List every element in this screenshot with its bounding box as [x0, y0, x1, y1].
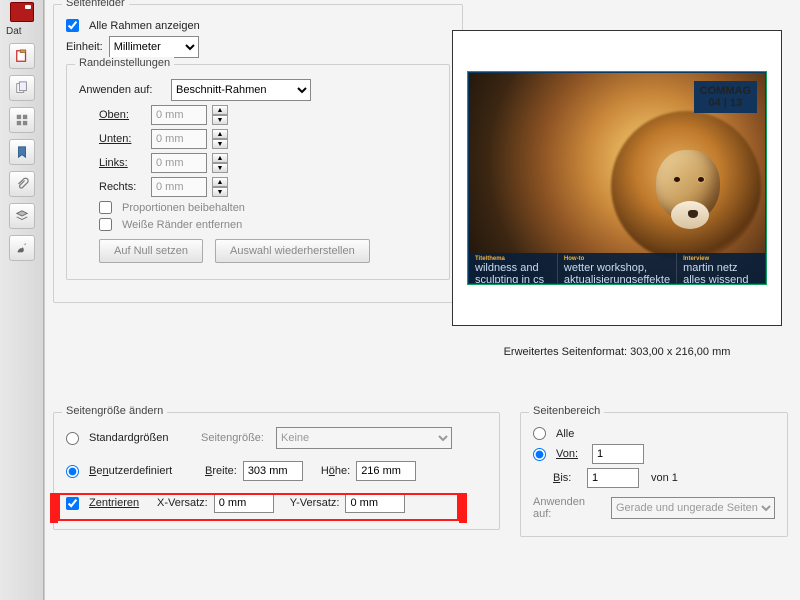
- page-range-title: Seitenbereich: [529, 405, 604, 417]
- custom-radio[interactable]: [66, 465, 79, 478]
- preview-frame: COMMAG04 | 13 Titelthemawildness and scu…: [452, 30, 782, 326]
- remove-white-checkbox[interactable]: [99, 218, 112, 231]
- margins-group: Randeinstellungen Anwenden auf: Beschnit…: [66, 64, 450, 280]
- unit-label: Einheit:: [66, 41, 103, 53]
- range-from-label: Von:: [556, 448, 586, 460]
- x-offset-label: X-Versatz:: [157, 497, 208, 509]
- remove-white-label: Weiße Ränder entfernen: [122, 219, 242, 231]
- reset-button[interactable]: Auf Null setzen: [99, 239, 203, 263]
- margins-title: Randeinstellungen: [75, 57, 174, 69]
- dialog-body: Seitenfelder Alle Rahmen anzeigen Einhei…: [44, 0, 800, 600]
- range-to-label: Bis:: [553, 472, 581, 484]
- margin-right-label: Rechts:: [99, 181, 145, 193]
- tool-pdf-icon[interactable]: [9, 43, 35, 69]
- tool-sign-icon[interactable]: [9, 235, 35, 261]
- margin-left-label: Links:: [99, 157, 145, 169]
- preview-logo: COMMAG04 | 13: [694, 81, 757, 113]
- margin-left-input[interactable]: [151, 153, 207, 173]
- range-apply-select[interactable]: Gerade und ungerade Seiten: [611, 497, 775, 519]
- range-from-radio[interactable]: [533, 448, 546, 461]
- seitenfelder-title: Seitenfelder: [62, 0, 129, 9]
- range-of-label: von 1: [651, 472, 678, 484]
- range-all-label: Alle: [556, 428, 574, 440]
- spin-up[interactable]: ▲: [212, 105, 228, 115]
- preset-radio[interactable]: [66, 432, 79, 445]
- tool-thumbnails-icon[interactable]: [9, 107, 35, 133]
- resize-title: Seitengröße ändern: [62, 405, 167, 417]
- seitenfelder-group: Seitenfelder Alle Rahmen anzeigen Einhei…: [53, 4, 463, 303]
- x-offset-input[interactable]: [214, 493, 274, 513]
- keep-proportions-label: Proportionen beibehalten: [122, 202, 245, 214]
- y-offset-input[interactable]: [345, 493, 405, 513]
- preview-panel: COMMAG04 | 13 Titelthemawildness and scu…: [452, 30, 782, 358]
- height-label: Höhe:: [321, 465, 350, 477]
- tool-layers-icon[interactable]: [9, 203, 35, 229]
- custom-label: Benutzerdefiniert: [89, 465, 199, 477]
- range-apply-label: Anwenden auf:: [533, 496, 601, 520]
- range-from-input[interactable]: [592, 444, 644, 464]
- preset-label: Standardgrößen: [89, 432, 195, 444]
- show-all-frames-label: Alle Rahmen anzeigen: [89, 20, 200, 32]
- width-input[interactable]: [243, 461, 303, 481]
- lion-illustration: [611, 111, 761, 261]
- spin-up[interactable]: ▲: [212, 129, 228, 139]
- app-icon: [10, 2, 34, 22]
- preview-page-image: COMMAG04 | 13 Titelthemawildness and scu…: [469, 73, 765, 283]
- page-range-group: Seitenbereich Alle Von: Bis: von 1 Anwen…: [520, 412, 788, 537]
- show-all-frames-checkbox[interactable]: [66, 19, 79, 32]
- spin-up[interactable]: ▲: [212, 177, 228, 187]
- apply-to-label: Anwenden auf:: [79, 84, 165, 96]
- restore-button[interactable]: Auswahl wiederherstellen: [215, 239, 370, 263]
- y-offset-label: Y-Versatz:: [290, 497, 340, 509]
- margin-right-input[interactable]: [151, 177, 207, 197]
- toolbar-file-label[interactable]: Dat: [0, 26, 43, 37]
- resize-group: Seitengröße ändern Standardgrößen Seiten…: [53, 412, 500, 530]
- range-to-input[interactable]: [587, 468, 639, 488]
- keep-proportions-checkbox[interactable]: [99, 201, 112, 214]
- preview-caption: Erweitertes Seitenformat: 303,00 x 216,0…: [452, 346, 782, 358]
- center-checkbox[interactable]: [66, 497, 79, 510]
- width-label: Breite:: [205, 465, 237, 477]
- spin-up[interactable]: ▲: [212, 153, 228, 163]
- margin-top-input[interactable]: [151, 105, 207, 125]
- range-all-radio[interactable]: [533, 427, 546, 440]
- height-input[interactable]: [356, 461, 416, 481]
- center-label: Zentrieren: [89, 497, 151, 509]
- app-left-toolbar: Dat: [0, 0, 44, 600]
- spin-down[interactable]: ▼: [212, 115, 228, 125]
- unit-select[interactable]: Millimeter: [109, 36, 199, 58]
- page-size-label: Seitengröße:: [201, 432, 264, 444]
- preview-bottom-bar: Titelthemawildness and sculpting in cs H…: [469, 253, 765, 283]
- tool-pages-icon[interactable]: [9, 75, 35, 101]
- margin-top-label: Oben:: [99, 109, 145, 121]
- tool-bookmark-icon[interactable]: [9, 139, 35, 165]
- spin-down[interactable]: ▼: [212, 163, 228, 173]
- apply-to-select[interactable]: Beschnitt-Rahmen: [171, 79, 311, 101]
- spin-down[interactable]: ▼: [212, 187, 228, 197]
- page-size-select[interactable]: Keine: [276, 427, 452, 449]
- margin-bottom-input[interactable]: [151, 129, 207, 149]
- spin-down[interactable]: ▼: [212, 139, 228, 149]
- tool-attach-icon[interactable]: [9, 171, 35, 197]
- margin-bottom-label: Unten:: [99, 133, 145, 145]
